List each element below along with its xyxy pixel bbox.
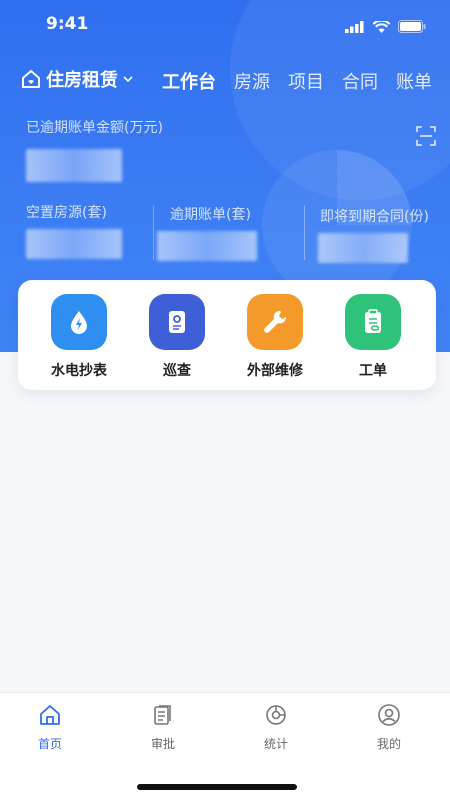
- tab-workbench[interactable]: 工作台: [162, 68, 216, 94]
- nav-home[interactable]: 首页: [5, 703, 95, 752]
- action-meter-reading[interactable]: 水电抄表: [34, 294, 124, 380]
- inspection-doc-icon: [149, 294, 205, 350]
- property-type-label: 住房租赁: [46, 70, 118, 91]
- stat-value-vacant-blurred: [26, 229, 122, 259]
- quick-actions-card: 水电抄表 巡查 外部维修 工单: [18, 280, 436, 390]
- tab-projects[interactable]: 项目: [288, 68, 324, 94]
- home-icon: [40, 705, 60, 725]
- nav-statistics[interactable]: 统计: [231, 703, 321, 752]
- tab-housing[interactable]: 房源: [234, 68, 270, 94]
- tab-bills[interactable]: 账单: [396, 68, 432, 94]
- stat-value-expiring-blurred: [318, 233, 408, 263]
- status-bar: 9:41: [0, 0, 450, 50]
- home-indicator[interactable]: [137, 784, 297, 790]
- status-time: 9:41: [46, 14, 89, 34]
- nav-profile[interactable]: 我的: [344, 703, 434, 752]
- status-icons: [345, 20, 426, 33]
- nav-label: 审批: [150, 737, 175, 751]
- stat-value-overdue-blurred: [157, 231, 257, 261]
- stat-label-vacant: 空置房源(套): [26, 205, 107, 221]
- tab-contracts[interactable]: 合同: [342, 68, 378, 94]
- header-tabs: 工作台 房源 项目 合同 账单: [162, 68, 432, 94]
- wrench-icon: [247, 294, 303, 350]
- wifi-icon: [373, 20, 390, 33]
- nav-label: 我的: [376, 737, 401, 751]
- stat-label-expiring: 即将到期合同(份): [320, 209, 429, 225]
- action-external-repair[interactable]: 外部维修: [230, 294, 320, 380]
- action-label: 工单: [359, 363, 387, 379]
- property-type-selector[interactable]: 住房租赁: [20, 66, 134, 92]
- water-drop-icon: [51, 294, 107, 350]
- action-label: 外部维修: [247, 363, 303, 379]
- top-nav: 住房租赁 工作台 房源 项目 合同 账单: [0, 62, 450, 102]
- clipboard-icon: [345, 294, 401, 350]
- overdue-amount-label: 已逾期账单金额(万元): [26, 120, 163, 136]
- stat-divider: [153, 206, 154, 260]
- stat-label-overdue: 逾期账单(套): [170, 207, 251, 223]
- nav-approval[interactable]: 审批: [118, 703, 208, 752]
- nav-label: 统计: [263, 737, 288, 751]
- overdue-amount-value-blurred: [26, 149, 122, 182]
- cellular-signal-icon: [345, 20, 364, 33]
- chevron-down-icon: [123, 76, 133, 83]
- action-inspection[interactable]: 巡查: [132, 294, 222, 380]
- battery-icon: [398, 20, 426, 33]
- pie-chart-icon: [266, 705, 286, 725]
- house-icon: [22, 70, 40, 88]
- stat-divider: [304, 206, 305, 260]
- user-icon: [378, 704, 400, 726]
- action-work-order[interactable]: 工单: [328, 294, 418, 380]
- approval-doc-icon: [154, 705, 171, 725]
- nav-label: 首页: [37, 737, 62, 751]
- scan-icon[interactable]: [416, 126, 436, 146]
- action-label: 巡查: [163, 363, 191, 379]
- action-label: 水电抄表: [51, 363, 107, 379]
